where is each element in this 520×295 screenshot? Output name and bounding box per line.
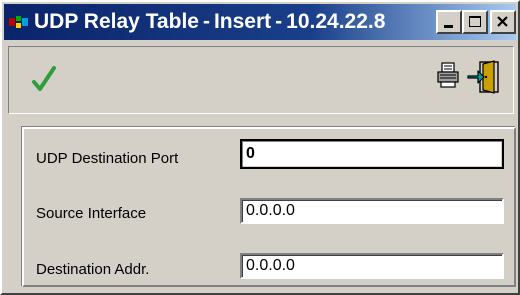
- title-separator: -: [202, 10, 210, 33]
- title-bar[interactable]: UDP Relay Table - Insert -10.24.22.8: [4, 4, 516, 40]
- window-title: UDP Relay Table - Insert -10.24.22.8: [34, 10, 385, 34]
- udp-destination-port-input[interactable]: [240, 139, 504, 169]
- title-app-name: UDP Relay Table: [34, 10, 199, 33]
- source-interface-input[interactable]: [240, 198, 504, 224]
- minimize-button[interactable]: [436, 10, 462, 34]
- toolbar: [8, 46, 514, 114]
- exit-door-icon: [467, 60, 499, 94]
- printer-icon: [437, 62, 459, 88]
- maximize-icon: [469, 16, 481, 27]
- destination-addr-input[interactable]: [240, 253, 504, 279]
- title-separator-2: -: [275, 10, 283, 33]
- minimize-icon: [444, 25, 453, 28]
- apply-button[interactable]: [31, 65, 57, 98]
- exit-button[interactable]: [467, 59, 501, 100]
- dialog-window: UDP Relay Table - Insert -10.24.22.8 UDP…: [0, 0, 520, 295]
- maximize-button[interactable]: [462, 10, 488, 34]
- app-icon: [9, 16, 28, 28]
- checkmark-icon: [32, 66, 56, 91]
- title-mode: Insert: [213, 10, 272, 33]
- source-interface-label: Source Interface: [36, 205, 147, 222]
- udp-destination-port-label: UDP Destination Port: [36, 150, 179, 167]
- close-button[interactable]: [490, 10, 516, 34]
- form-panel: UDP Destination Port Source Interface De…: [22, 127, 516, 287]
- title-host: 10.24.22.8: [286, 10, 386, 33]
- print-button[interactable]: [435, 61, 461, 96]
- close-icon: [497, 16, 508, 27]
- destination-addr-label: Destination Addr.: [36, 261, 150, 278]
